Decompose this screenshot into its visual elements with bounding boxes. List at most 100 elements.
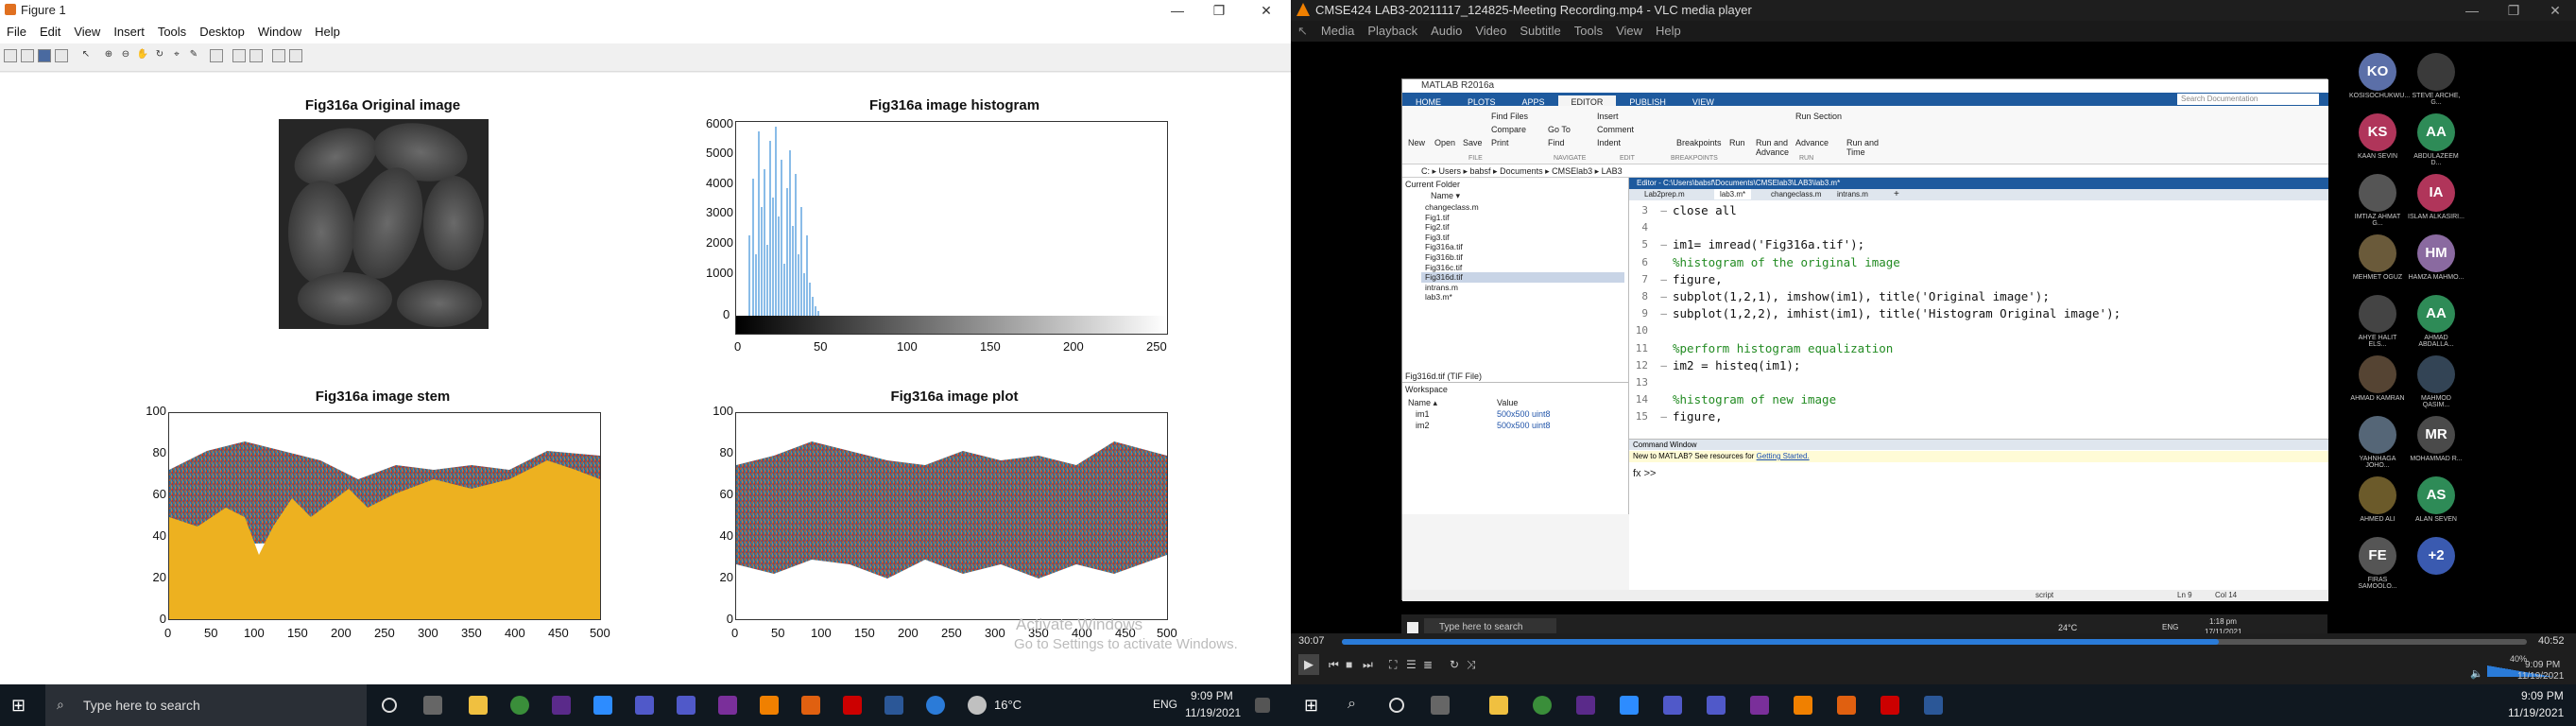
participant-avatar[interactable]: AA — [2417, 295, 2455, 333]
file-explorer-icon[interactable] — [469, 696, 488, 715]
matlab-icon[interactable] — [801, 696, 820, 715]
new-tab-icon[interactable]: + — [1894, 189, 1899, 199]
speaker-icon[interactable]: 🔈 — [2470, 667, 2483, 680]
acrobat-icon[interactable] — [843, 696, 862, 715]
breakpoint-dash[interactable]: — — [1650, 290, 1667, 302]
play-icon[interactable]: ▶ — [1298, 654, 1319, 675]
minimize-icon[interactable]: — — [1157, 0, 1198, 21]
ribbon-find[interactable]: Find — [1548, 138, 1565, 147]
participant-avatar[interactable]: KO — [2359, 53, 2396, 91]
ribbon-compare[interactable]: Compare — [1491, 125, 1526, 134]
file-explorer-icon[interactable] — [1489, 696, 1508, 715]
breakpoint-dash[interactable]: — — [1650, 238, 1667, 251]
address-bar[interactable]: C: ▸ Users ▸ babsf ▸ Documents ▸ CMSElab… — [1402, 164, 2328, 178]
participant-avatar[interactable] — [2359, 416, 2396, 454]
notification-icon[interactable] — [1255, 698, 1270, 713]
close-icon[interactable]: ✕ — [2534, 0, 2576, 21]
pan-icon[interactable]: ✋ — [136, 49, 149, 62]
ribbon-indent[interactable]: Indent — [1597, 138, 1621, 147]
prev-icon[interactable]: ⏮ — [1329, 658, 1339, 672]
ribbon-go-to[interactable]: Go To — [1548, 125, 1571, 134]
participant-avatar[interactable] — [2417, 355, 2455, 393]
command-prompt[interactable]: fx >> — [1633, 468, 1656, 479]
link-icon[interactable] — [210, 49, 223, 62]
participant-avatar[interactable]: MR — [2417, 416, 2455, 454]
code-line[interactable]: subplot(1,2,1), imshow(im1), title('Orig… — [1673, 289, 2050, 303]
breakpoint-dash[interactable]: — — [1650, 410, 1667, 423]
start-icon[interactable] — [1407, 622, 1418, 633]
loop-icon[interactable]: ↻ — [1450, 658, 1459, 671]
participant-avatar[interactable]: +2 — [2417, 537, 2455, 575]
chrome-icon[interactable] — [1533, 696, 1552, 715]
stop-icon[interactable]: ■ — [1346, 658, 1352, 671]
folder-file-item[interactable]: lab3.m* — [1421, 292, 1624, 302]
vlc-icon[interactable] — [1794, 696, 1812, 715]
help-icon[interactable] — [926, 696, 945, 715]
participant-avatar[interactable] — [2359, 295, 2396, 333]
participant-avatar[interactable]: AA — [2417, 113, 2455, 151]
ribbon-insert[interactable]: Insert — [1597, 112, 1619, 121]
menu-view[interactable]: View — [67, 21, 107, 43]
hide-plot-tools-icon[interactable] — [272, 49, 285, 62]
zoom-icon[interactable] — [1620, 696, 1639, 715]
code-line[interactable]: %histogram of new image — [1673, 392, 1836, 406]
shuffle-icon[interactable]: ⤨ — [1467, 658, 1476, 672]
ribbon-run-and-time[interactable]: Run and Time — [1846, 138, 1884, 157]
folder-file-item[interactable]: Fig3.tif — [1421, 233, 1624, 243]
vlc-menu-playback[interactable]: Playback — [1361, 21, 1424, 41]
chrome-icon[interactable] — [510, 696, 529, 715]
workspace-var-name[interactable]: im2 — [1416, 421, 1430, 430]
new-figure-icon[interactable] — [4, 49, 17, 62]
code-line[interactable]: %histogram of the original image — [1673, 255, 1900, 269]
editor-tab-lab2prep[interactable]: Lab2prep.m — [1644, 190, 1685, 199]
menu-file[interactable]: File — [0, 21, 33, 43]
taskbar-search-box[interactable]: ⌕ Type here to search — [45, 684, 367, 726]
breakpoint-dash[interactable]: — — [1650, 307, 1667, 320]
menu-window[interactable]: Window — [251, 21, 308, 43]
save-icon[interactable] — [38, 49, 51, 62]
ribbon-run-section[interactable]: Run Section — [1795, 112, 1842, 121]
participant-avatar[interactable] — [2359, 355, 2396, 393]
zoom-icon[interactable] — [593, 696, 612, 715]
folder-file-item[interactable]: Fig1.tif — [1421, 213, 1624, 223]
windows-start-icon[interactable]: ⊞ — [1304, 696, 1323, 715]
ribbon-run-and-advance[interactable]: Run and Advance — [1756, 138, 1794, 157]
workspace-var-name[interactable]: im1 — [1416, 409, 1430, 419]
current-folder-col-name[interactable]: Name ▾ — [1431, 191, 1460, 201]
weather-icon[interactable] — [968, 696, 987, 715]
participant-avatar[interactable] — [2417, 53, 2455, 91]
ribbon-advance[interactable]: Advance — [1795, 138, 1829, 147]
participant-avatar[interactable] — [2359, 174, 2396, 212]
ribbon-open[interactable]: Open — [1434, 138, 1455, 147]
menu-edit[interactable]: Edit — [33, 21, 67, 43]
ribbon-breakpoints[interactable]: Breakpoints — [1676, 138, 1722, 147]
folder-file-item[interactable]: Fig316d.tif — [1421, 272, 1624, 283]
minimize-icon[interactable]: — — [2451, 0, 2493, 21]
vlc-menu-audio[interactable]: Audio — [1424, 21, 1468, 41]
vlc-menu-video[interactable]: Video — [1468, 21, 1513, 41]
ribbon-run[interactable]: Run — [1729, 138, 1745, 147]
acrobat-icon[interactable] — [1880, 696, 1899, 715]
teams-icon[interactable] — [635, 696, 654, 715]
code-line[interactable]: figure, — [1673, 272, 1723, 286]
folder-file-item[interactable]: changeclass.m — [1421, 202, 1624, 213]
ribbon-print[interactable]: Print — [1491, 138, 1509, 147]
rotate-icon[interactable]: ↻ — [153, 49, 166, 62]
vlc-menu-help[interactable]: Help — [1649, 21, 1688, 41]
insert-colorbar-icon[interactable] — [232, 49, 246, 62]
participant-avatar[interactable]: HM — [2417, 234, 2455, 272]
ribbon-find-files[interactable]: Find Files — [1491, 112, 1528, 121]
folder-file-item[interactable]: Fig2.tif — [1421, 222, 1624, 233]
code-line[interactable]: figure, — [1673, 409, 1723, 424]
search-icon[interactable]: ⌕ — [1348, 696, 1366, 715]
next-icon[interactable]: ⏭ — [1363, 658, 1373, 672]
cortana-icon[interactable] — [382, 698, 397, 713]
participant-avatar[interactable]: IA — [2417, 174, 2455, 212]
participant-avatar[interactable] — [2359, 476, 2396, 514]
menu-help[interactable]: Help — [308, 21, 347, 43]
teams-icon[interactable] — [1707, 696, 1726, 715]
code-line[interactable]: im2 = histeq(im1); — [1673, 358, 1800, 372]
brush-icon[interactable]: ✎ — [187, 49, 200, 62]
task-view-icon[interactable] — [423, 696, 442, 715]
participant-avatar[interactable]: AS — [2417, 476, 2455, 514]
